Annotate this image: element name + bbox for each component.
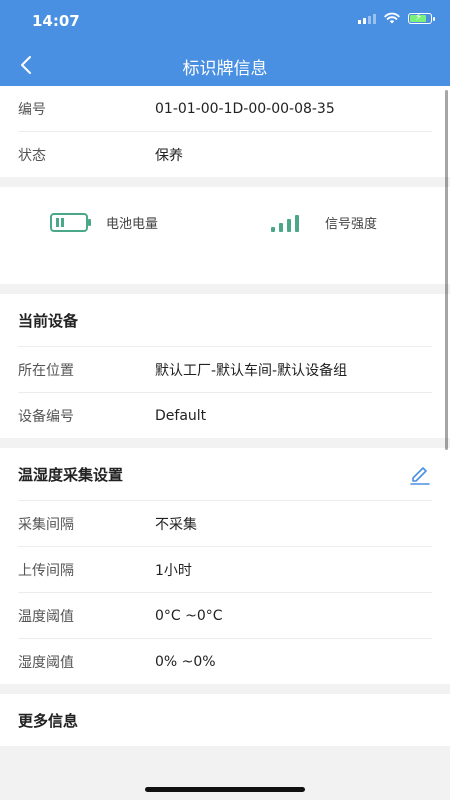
battery-label: 电池电量 [106, 217, 159, 232]
page-title: 标识牌信息 [182, 59, 268, 79]
basic-info-card: 编号 01-01-00-1D-00-00-08-35 状态 保养 [0, 86, 450, 177]
row-value: 0°C ~0°C [155, 607, 223, 624]
content: 编号 01-01-00-1D-00-00-08-35 状态 保养 电池电量 信号… [0, 86, 450, 746]
wifi-icon [384, 12, 400, 24]
cellular-signal-icon [358, 13, 376, 24]
status-time: 14:07 [32, 12, 80, 30]
row-value: 保养 [155, 147, 183, 164]
section-title-device: 当前设备 [18, 294, 432, 347]
info-row-upload-interval: 上传间隔 1小时 [18, 547, 432, 593]
row-value: 01-01-00-1D-00-00-08-35 [155, 100, 335, 117]
row-value: 0% ~0% [155, 653, 216, 670]
status-icons: ⚡ [358, 12, 435, 24]
edit-icon[interactable] [408, 462, 432, 486]
info-row-collect-interval: 采集间隔 不采集 [18, 501, 432, 547]
info-row-device-id: 设备编号 Default [18, 393, 432, 438]
row-label: 所在位置 [18, 362, 74, 379]
section-title-collection: 温湿度采集设置 [18, 448, 432, 501]
more-info-card[interactable]: 更多信息 [0, 694, 450, 746]
battery-level-icon [50, 213, 91, 232]
info-row-location: 所在位置 默认工厂-默认车间-默认设备组 [18, 347, 432, 393]
battery-indicator: 电池电量 [50, 213, 158, 232]
indicator-card: 电池电量 信号强度 [0, 187, 450, 284]
nav-bar: 标识牌信息 [0, 44, 450, 86]
row-value: Default [155, 407, 207, 424]
section-title-more[interactable]: 更多信息 [18, 694, 432, 746]
signal-label: 信号强度 [325, 217, 378, 232]
signal-strength-icon [271, 214, 300, 232]
row-label: 设备编号 [18, 408, 74, 425]
section-title-text: 更多信息 [18, 711, 79, 730]
row-label: 上传间隔 [18, 562, 74, 579]
device-card: 当前设备 所在位置 默认工厂-默认车间-默认设备组 设备编号 Default [0, 294, 450, 438]
row-label: 采集间隔 [18, 516, 74, 533]
info-row-temp-threshold: 温度阈值 0°C ~0°C [18, 593, 432, 639]
signal-indicator: 信号强度 [271, 213, 377, 232]
row-label: 湿度阈值 [18, 654, 74, 671]
row-value: 不采集 [155, 516, 197, 533]
row-value: 默认工厂-默认车间-默认设备组 [155, 362, 348, 379]
info-row-status: 状态 保养 [18, 132, 432, 177]
info-row-id: 编号 01-01-00-1D-00-00-08-35 [18, 86, 432, 132]
section-title-text: 当前设备 [18, 311, 79, 330]
battery-icon: ⚡ [408, 12, 435, 24]
scrollbar[interactable] [445, 90, 448, 450]
info-row-humidity-threshold: 湿度阈值 0% ~0% [18, 639, 432, 684]
home-indicator [145, 787, 305, 792]
row-value: 1小时 [155, 562, 192, 579]
row-label: 状态 [18, 147, 46, 164]
row-label: 编号 [18, 101, 46, 118]
section-title-text: 温湿度采集设置 [18, 465, 124, 484]
status-bar: 14:07 ⚡ [0, 0, 450, 44]
row-label: 温度阈值 [18, 608, 74, 625]
collection-card: 温湿度采集设置 采集间隔 不采集 上传间隔 1小时 温度阈值 0°C ~0°C … [0, 448, 450, 684]
